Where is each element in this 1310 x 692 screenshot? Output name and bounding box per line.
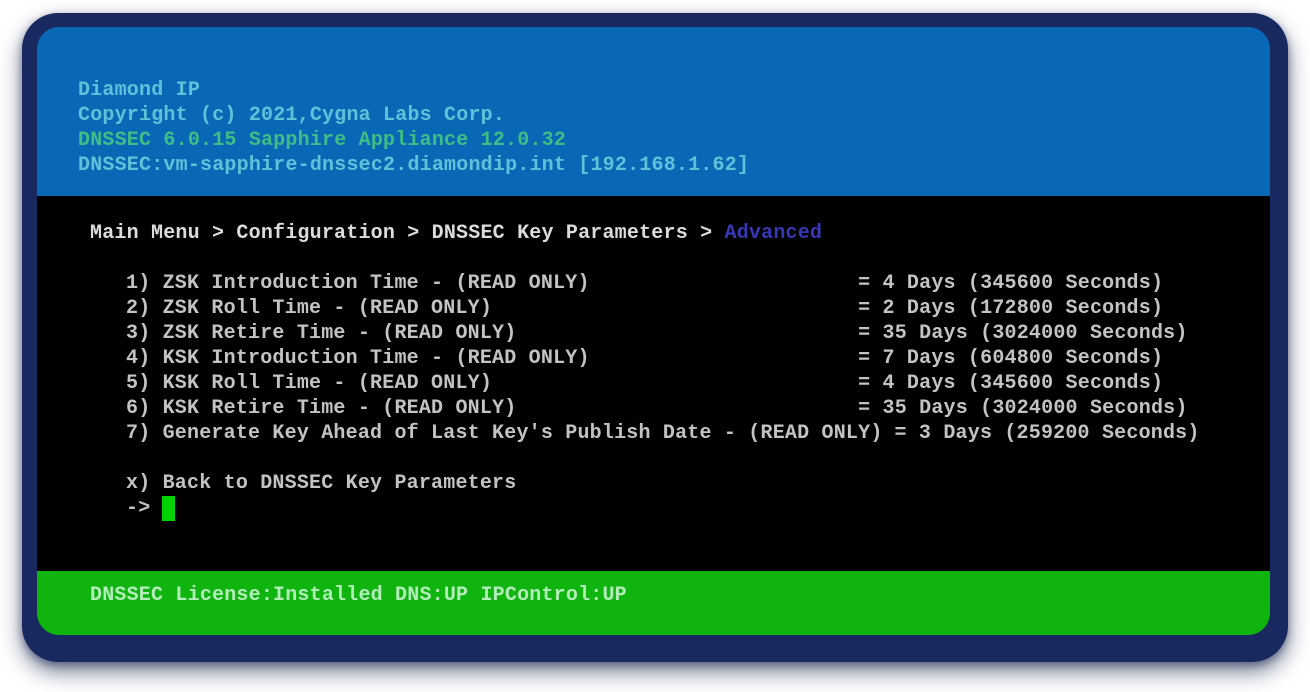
console-window: Diamond IPCopyright (c) 2021,Cygna Labs … bbox=[22, 13, 1288, 662]
option-label: 2) ZSK Roll Time - (READ ONLY) bbox=[126, 296, 846, 321]
menu-options: 1) ZSK Introduction Time - (READ ONLY) = … bbox=[90, 271, 1270, 446]
terminal-body[interactable]: Main Menu > Configuration > DNSSEC Key P… bbox=[37, 196, 1270, 571]
header-line-4: DNSSEC:vm-sapphire-dnssec2.diamondip.int… bbox=[78, 153, 1270, 178]
option-value: = 3 Days (259200 Seconds) bbox=[895, 422, 1200, 445]
header-banner-lines: Diamond IPCopyright (c) 2021,Cygna Labs … bbox=[78, 78, 1270, 178]
menu-option-back[interactable]: x) Back to DNSSEC Key Parameters bbox=[126, 471, 1270, 496]
header-banner: Diamond IPCopyright (c) 2021,Cygna Labs … bbox=[37, 27, 1270, 196]
option-label: 3) ZSK Retire Time - (READ ONLY) bbox=[126, 321, 846, 346]
option-label: 1) ZSK Introduction Time - (READ ONLY) bbox=[126, 271, 846, 296]
blank-line bbox=[90, 246, 1270, 271]
header-line-1: Diamond IP bbox=[78, 78, 1270, 103]
blank-line bbox=[90, 446, 1270, 471]
breadcrumb-current: Advanced bbox=[725, 222, 823, 245]
option-value: = 4 Days (345600 Seconds) bbox=[858, 372, 1163, 395]
menu-option-3[interactable]: 3) ZSK Retire Time - (READ ONLY) = 35 Day… bbox=[126, 321, 1270, 346]
option-value: = 7 Days (604800 Seconds) bbox=[858, 347, 1163, 370]
option-label: 7) Generate Key Ahead of Last Key's Publ… bbox=[126, 421, 883, 446]
menu-option-4[interactable]: 4) KSK Introduction Time - (READ ONLY) = … bbox=[126, 346, 1270, 371]
menu-option-5[interactable]: 5) KSK Roll Time - (READ ONLY) = 4 Days (… bbox=[126, 371, 1270, 396]
menu-option-6[interactable]: 6) KSK Retire Time - (READ ONLY) = 35 Day… bbox=[126, 396, 1270, 421]
prompt-arrow: -> bbox=[126, 497, 150, 520]
menu-option-2[interactable]: 2) ZSK Roll Time - (READ ONLY) = 2 Days (… bbox=[126, 296, 1270, 321]
menu-option-7[interactable]: 7) Generate Key Ahead of Last Key's Publ… bbox=[126, 421, 1270, 446]
option-value: = 4 Days (345600 Seconds) bbox=[858, 272, 1163, 295]
breadcrumb: Main Menu > Configuration > DNSSEC Key P… bbox=[90, 221, 1270, 246]
text-cursor bbox=[162, 496, 175, 521]
option-value: = 35 Days (3024000 Seconds) bbox=[858, 397, 1187, 420]
status-text: DNSSEC License:Installed DNS:UP IPContro… bbox=[90, 584, 627, 607]
option-value: = 2 Days (172800 Seconds) bbox=[858, 297, 1163, 320]
status-bar: DNSSEC License:Installed DNS:UP IPContro… bbox=[37, 571, 1270, 635]
header-line-3: DNSSEC 6.0.15 Sapphire Appliance 12.0.32 bbox=[78, 128, 1270, 153]
back-option-label: x) Back to DNSSEC Key Parameters bbox=[126, 472, 516, 495]
option-value: = 35 Days (3024000 Seconds) bbox=[858, 322, 1187, 345]
header-line-2: Copyright (c) 2021,Cygna Labs Corp. bbox=[78, 103, 1270, 128]
option-label: 6) KSK Retire Time - (READ ONLY) bbox=[126, 396, 846, 421]
breadcrumb-path: Main Menu > Configuration > DNSSEC Key P… bbox=[90, 222, 725, 245]
terminal-screen: Diamond IPCopyright (c) 2021,Cygna Labs … bbox=[37, 27, 1270, 635]
menu-option-1[interactable]: 1) ZSK Introduction Time - (READ ONLY) = … bbox=[126, 271, 1270, 296]
option-label: 5) KSK Roll Time - (READ ONLY) bbox=[126, 371, 846, 396]
option-label: 4) KSK Introduction Time - (READ ONLY) bbox=[126, 346, 846, 371]
prompt-line[interactable]: -> bbox=[126, 496, 1270, 521]
